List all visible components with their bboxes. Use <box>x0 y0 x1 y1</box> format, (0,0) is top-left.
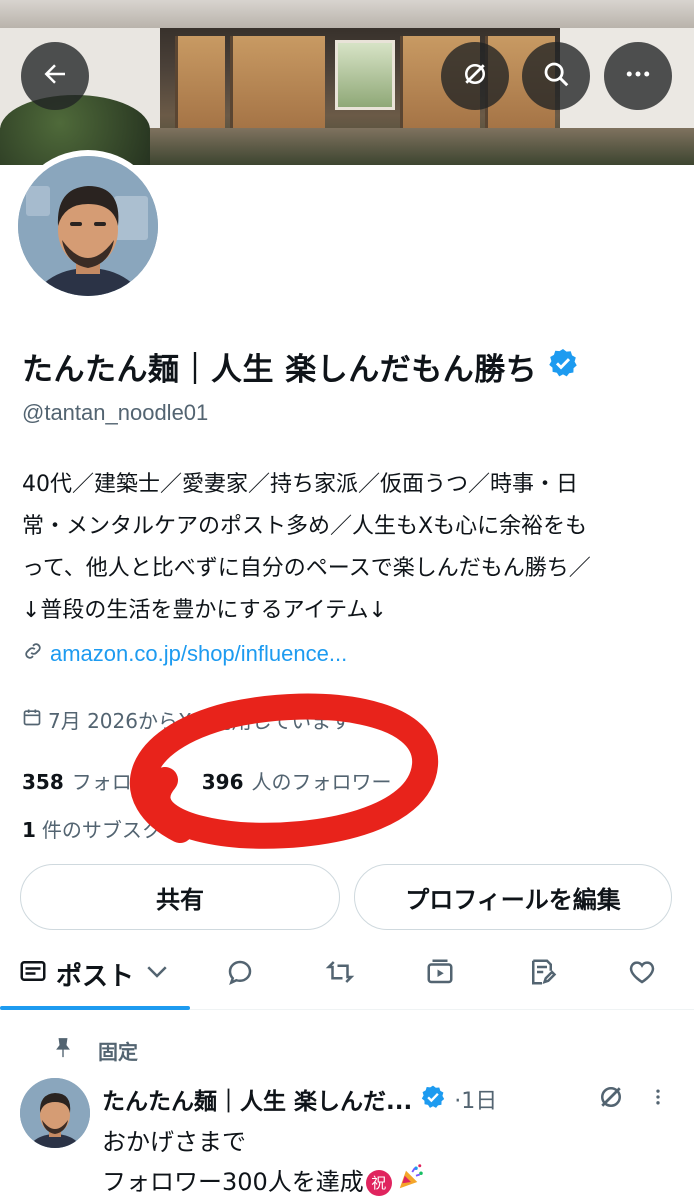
following-label: フォロー中 <box>71 770 172 794</box>
follow-stats: 358 フォロー中 396 人のフォロワー <box>22 766 392 795</box>
share-button[interactable]: 共有 <box>20 864 340 930</box>
calendar-icon <box>22 707 42 732</box>
back-button[interactable] <box>21 42 89 110</box>
chevron-right-icon: › <box>268 818 277 842</box>
followers-count: 396 <box>201 770 244 794</box>
search-button[interactable] <box>522 42 590 110</box>
search-icon <box>541 59 571 93</box>
more-vertical-icon[interactable] <box>648 1082 668 1112</box>
edit-profile-button[interactable]: プロフィールを編集 <box>354 864 672 930</box>
tab-posts-label: ポスト <box>55 961 134 992</box>
post-text-line: フォロワー300人を達成 <box>102 1168 364 1196</box>
pinned-indicator: 固定 <box>52 1036 138 1065</box>
profile-tabs: ポスト <box>0 940 694 1010</box>
more-button[interactable] <box>604 42 672 110</box>
verified-badge-icon[interactable] <box>547 347 579 387</box>
tab-likes[interactable] <box>607 940 677 1008</box>
tab-replies[interactable] <box>205 940 275 1008</box>
grok-slash-icon[interactable] <box>596 1082 626 1112</box>
chevron-right-icon <box>357 708 375 732</box>
grok-button[interactable] <box>441 42 509 110</box>
post-text-line-2: フォロワー300人を達成祝 <box>102 1162 426 1200</box>
post-body: おかげさまで フォロワー300人を達成祝 <box>102 1122 426 1200</box>
subscriptions-stat[interactable]: 1 件のサブスクリプション › <box>22 814 276 843</box>
arrow-left-icon <box>40 59 70 93</box>
pinned-label: 固定 <box>98 1040 138 1064</box>
profile-link[interactable]: amazon.co.jp/shop/influence... <box>22 640 347 668</box>
profile-bio: 40代／建築士／愛妻家／持ち家派／仮面うつ／時事・日 常・メンタルケアのポスト多… <box>22 464 672 632</box>
post-text-line: おかげさまで <box>102 1128 246 1156</box>
article-icon <box>527 957 557 991</box>
post-author-name[interactable]: たんたん麺｜人生 楽しんだ... <box>102 1082 412 1116</box>
tab-posts[interactable]: ポスト <box>0 940 190 1010</box>
joined-text: 7月 2026からXを利用しています <box>48 709 352 733</box>
link-icon <box>22 640 44 668</box>
display-name-text: たんたん麺｜人生 楽しんだもん勝ち <box>22 352 538 388</box>
display-name: たんたん麺｜人生 楽しんだもん勝ち <box>22 344 579 389</box>
profile-avatar[interactable] <box>12 150 164 302</box>
party-popper-icon <box>396 1162 426 1200</box>
bio-line: 常・メンタルケアのポスト多め／人生もXも心に余裕をも <box>22 514 588 539</box>
following-stat[interactable]: 358 フォロー中 <box>22 766 172 795</box>
post-header: たんたん麺｜人生 楽しんだ... ·1日 <box>102 1082 497 1116</box>
subscriptions-label: 件のサブスクリプション <box>41 818 262 842</box>
bio-line: ↓普段の生活を豊かにするアイテム↓ <box>22 598 387 623</box>
celebration-badge-icon: 祝 <box>365 1170 392 1196</box>
repost-icon <box>325 957 355 991</box>
profile-banner <box>0 0 694 165</box>
post-author-avatar[interactable] <box>20 1078 90 1148</box>
media-icon <box>425 957 455 991</box>
joined-date: 7月 2026からXを利用しています <box>22 705 375 734</box>
active-tab-indicator <box>0 1006 190 1010</box>
like-icon <box>627 957 657 991</box>
chevron-down-icon <box>142 956 172 993</box>
tab-reposts[interactable] <box>305 940 375 1008</box>
tab-articles[interactable] <box>507 940 577 1008</box>
pin-icon <box>52 1036 74 1065</box>
grok-slash-icon <box>460 59 490 93</box>
user-handle: @tantan_noodle01 <box>22 400 209 425</box>
verified-badge-icon <box>420 1084 446 1114</box>
bio-line: 40代／建築士／愛妻家／持ち家派／仮面うつ／時事・日 <box>22 472 578 497</box>
post-timestamp[interactable]: ·1日 <box>454 1083 497 1115</box>
reply-icon <box>225 957 255 991</box>
link-text[interactable]: amazon.co.jp/shop/influence... <box>50 641 347 667</box>
posts-icon <box>18 956 48 993</box>
followers-stat[interactable]: 396 人のフォロワー <box>202 766 392 795</box>
subscriptions-count: 1 <box>22 818 36 842</box>
followers-label: 人のフォロワー <box>251 770 392 794</box>
tab-media[interactable] <box>405 940 475 1008</box>
following-count: 358 <box>22 770 64 794</box>
bio-line: って、他人と比べずに自分のペースで楽しんだもん勝ち／ <box>22 556 591 581</box>
more-horizontal-icon <box>623 59 653 93</box>
